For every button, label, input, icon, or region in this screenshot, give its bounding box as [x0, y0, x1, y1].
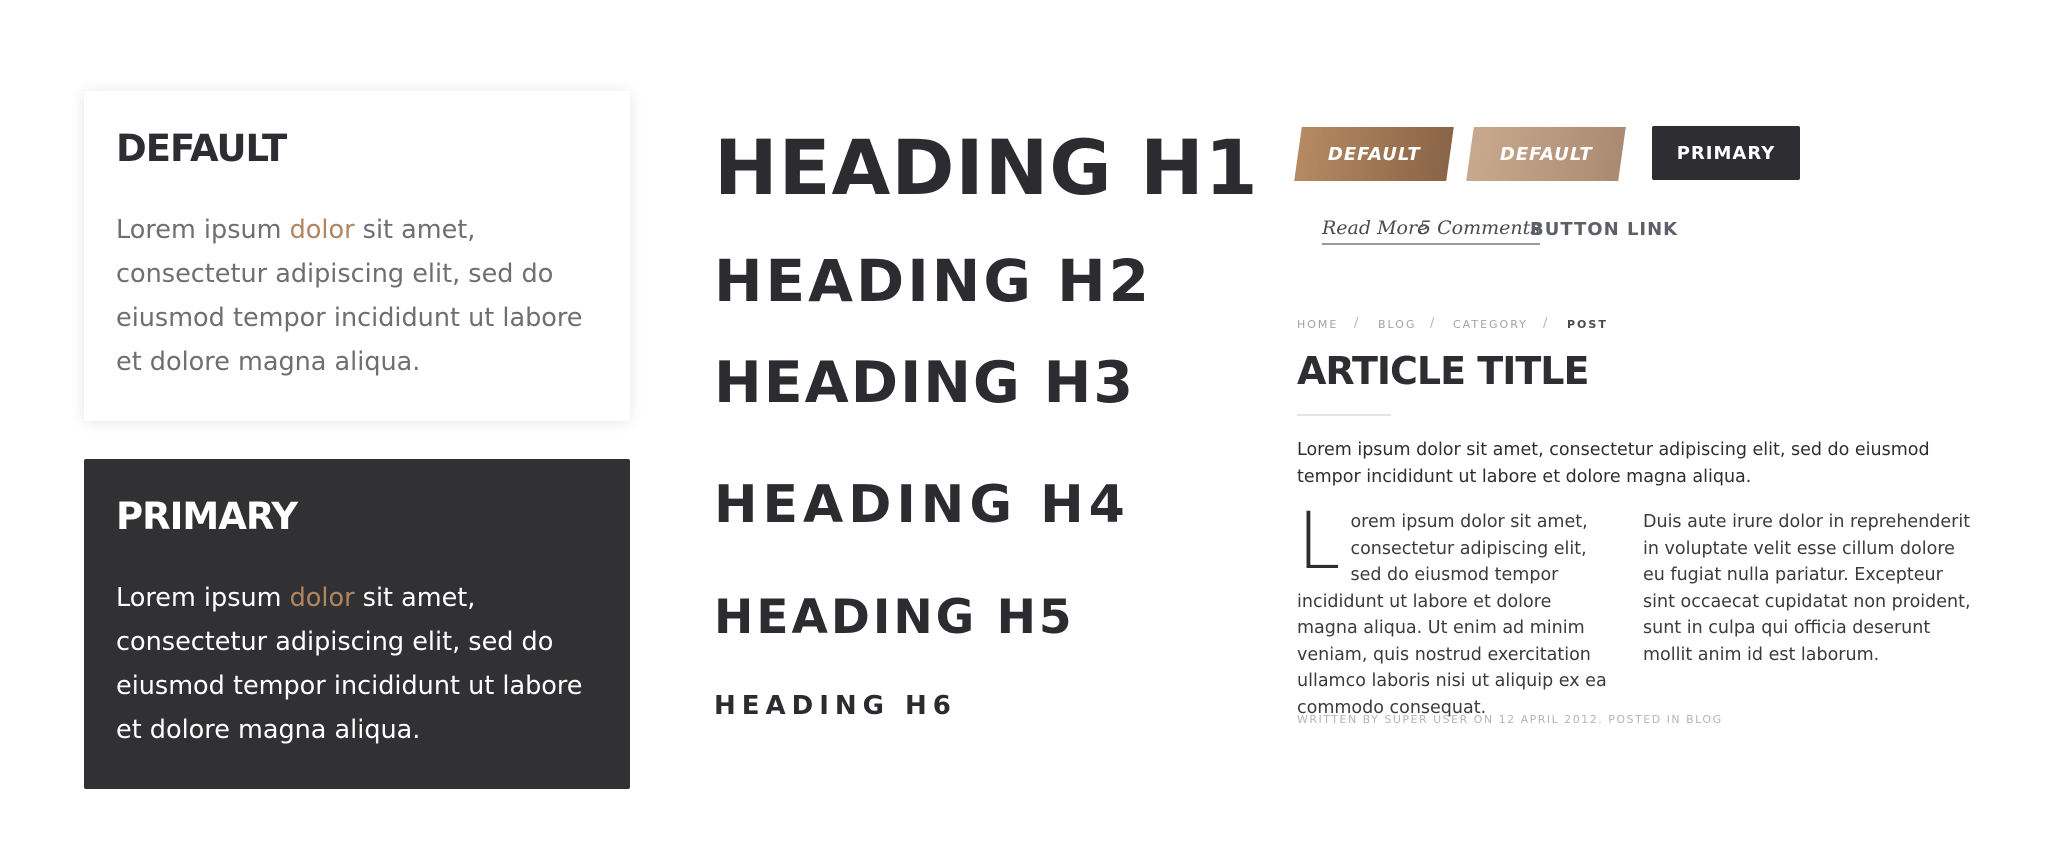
default-card-text-before: Lorem ipsum	[116, 214, 290, 245]
article-lead: Lorem ipsum dolor sit amet, consectetur …	[1297, 440, 1930, 487]
breadcrumb-category[interactable]: CATEGORY	[1453, 318, 1528, 331]
breadcrumb-home[interactable]: HOME	[1297, 318, 1338, 331]
button-link[interactable]: BUTTON LINK	[1530, 219, 1678, 240]
article-meta: WRITTEN BY SUPER USER ON 12 APRIL 2012. …	[1297, 713, 1723, 726]
default-button-2[interactable]: DEFAULT	[1466, 127, 1626, 181]
primary-card: PRIMARY Lorem ipsum dolor sit amet, cons…	[84, 459, 630, 789]
primary-card-title: PRIMARY	[116, 495, 298, 538]
default-card-text: Lorem ipsum dolor sit amet, consectetur …	[116, 208, 598, 384]
primary-card-highlight: dolor	[289, 582, 355, 613]
article-column-1: Lorem ipsum dolor sit amet, consectetur …	[1297, 497, 1615, 721]
read-more-link[interactable]: Read More	[1322, 217, 1429, 245]
article-column-1-text: orem ipsum dolor sit amet, consectetur a…	[1297, 512, 1607, 718]
breadcrumb-separator: /	[1543, 316, 1548, 331]
comments-link[interactable]: 5 Comments	[1419, 217, 1541, 245]
breadcrumb-separator: /	[1354, 316, 1359, 331]
heading-h6: HEADING H6	[714, 691, 957, 721]
article-title-divider	[1297, 414, 1391, 416]
breadcrumb-post: POST	[1567, 318, 1608, 331]
heading-h4: HEADING H4	[714, 475, 1130, 535]
article-dropcap: L	[1297, 497, 1341, 587]
default-card-highlight: dolor	[289, 214, 355, 245]
article-title: ARTICLE TITLE	[1297, 349, 1589, 393]
default-card-title: DEFAULT	[116, 127, 287, 170]
primary-button[interactable]: PRIMARY	[1652, 126, 1800, 180]
heading-h3: HEADING H3	[714, 350, 1135, 416]
breadcrumb-blog[interactable]: BLOG	[1378, 318, 1416, 331]
heading-h1: HEADING H1	[714, 123, 1259, 212]
primary-card-text-before: Lorem ipsum	[116, 582, 290, 613]
breadcrumb-separator: /	[1430, 316, 1435, 331]
primary-card-text: Lorem ipsum dolor sit amet, consectetur …	[116, 576, 598, 752]
default-button-1-label: DEFAULT	[1327, 143, 1421, 165]
default-card: DEFAULT Lorem ipsum dolor sit amet, cons…	[84, 91, 630, 421]
default-button-2-label: DEFAULT	[1499, 143, 1593, 165]
article-column-2: Duis aute irure dolor in reprehenderit i…	[1643, 512, 1971, 665]
default-button-1[interactable]: DEFAULT	[1294, 127, 1454, 181]
heading-h5: HEADING H5	[714, 590, 1075, 645]
heading-h2: HEADING H2	[714, 247, 1153, 315]
